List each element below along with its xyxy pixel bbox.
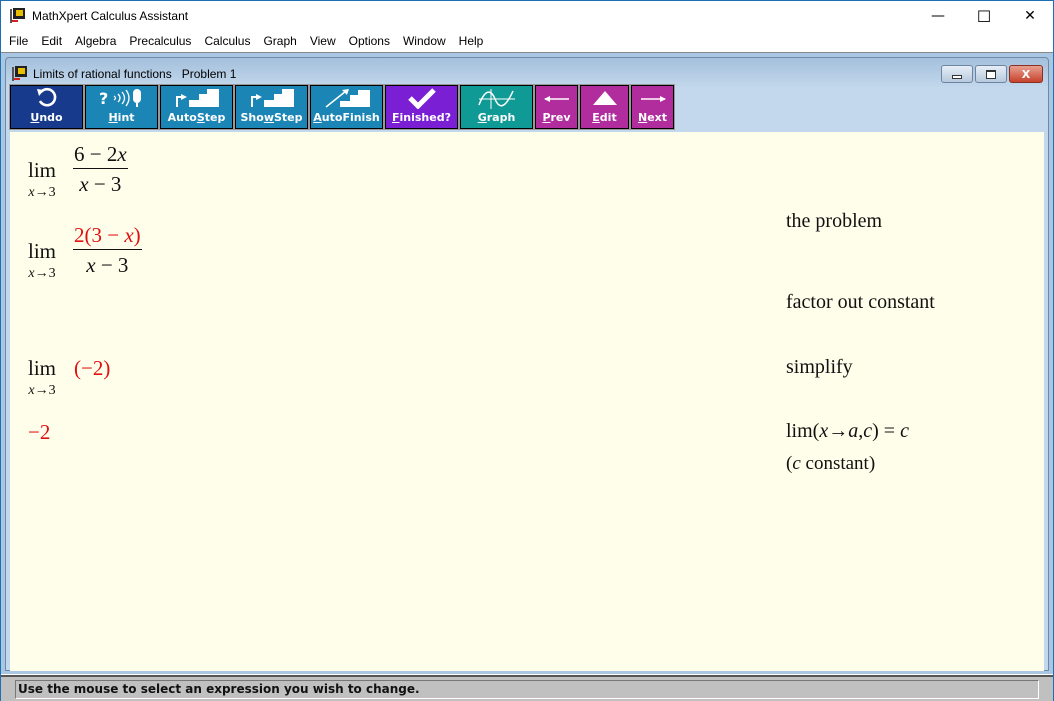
- maximize-icon: ☐: [976, 6, 992, 26]
- child-close-button[interactable]: X: [1009, 65, 1043, 83]
- minimize-button[interactable]: —: [915, 1, 961, 31]
- menu-options[interactable]: Options: [343, 34, 396, 48]
- child-restore-button[interactable]: [975, 65, 1007, 83]
- graph-icon: [475, 86, 519, 110]
- menu-graph[interactable]: Graph: [257, 34, 302, 48]
- restore-icon: [986, 69, 996, 79]
- problem-window-title: Limits of rational functions Problem 1: [33, 67, 237, 81]
- step-2-denominator[interactable]: x − 3: [86, 253, 128, 277]
- step-1-numerator[interactable]: 6 − 2x: [73, 142, 128, 166]
- autostep-button[interactable]: AutoStep: [159, 84, 234, 130]
- right-arrow-icon: [637, 86, 669, 110]
- menu-algebra[interactable]: Algebra: [69, 34, 122, 48]
- fraction-bar: [73, 168, 128, 169]
- close-icon: X: [1021, 67, 1031, 81]
- fraction-bar: [73, 249, 142, 250]
- checkmark-icon: [407, 86, 437, 110]
- app-window: MathXpert Calculus Assistant — ☐ ✕ File …: [0, 0, 1054, 701]
- step-3-expression[interactable]: (−2): [74, 356, 110, 381]
- status-message: Use the mouse to select an expression yo…: [15, 680, 1039, 699]
- mdi-client-area: Limits of rational functions Problem 1 X…: [1, 52, 1053, 674]
- close-button[interactable]: ✕: [1007, 1, 1053, 31]
- menu-help[interactable]: Help: [453, 34, 490, 48]
- svg-text:?: ?: [99, 89, 108, 108]
- mathxpert-app-icon[interactable]: [10, 8, 26, 24]
- step-1-denominator[interactable]: x − 3: [79, 172, 121, 196]
- hint-icon: ?: [97, 86, 147, 110]
- showstep-button[interactable]: ShowStep: [234, 84, 309, 130]
- window-title: MathXpert Calculus Assistant: [32, 9, 189, 23]
- step-4-expression[interactable]: −2: [28, 420, 50, 445]
- autofinish-button[interactable]: AutoFinish: [309, 84, 384, 130]
- step-2-numerator[interactable]: 2(3 − x): [73, 223, 142, 247]
- autostep-icon: [173, 86, 221, 110]
- menu-precalculus[interactable]: Precalculus: [123, 34, 197, 48]
- undo-button[interactable]: Undo: [9, 84, 84, 130]
- step-2-limit[interactable]: lim x→3: [28, 240, 56, 282]
- step-2-fraction[interactable]: 2(3 − x) x − 3: [73, 223, 142, 277]
- step-3-limit[interactable]: lim x→3: [28, 357, 56, 399]
- menu-window[interactable]: Window: [397, 34, 452, 48]
- up-triangle-icon: [589, 86, 621, 110]
- undo-icon: [35, 86, 59, 110]
- status-bar: Use the mouse to select an expression yo…: [1, 675, 1053, 701]
- edit-button[interactable]: Edit: [579, 84, 630, 130]
- hint-button[interactable]: ? Hint: [84, 84, 159, 130]
- finished-button[interactable]: Finished?: [384, 84, 459, 130]
- left-arrow-icon: [541, 86, 573, 110]
- next-button[interactable]: Next: [630, 84, 675, 130]
- step-3-justification: simplify: [786, 356, 853, 378]
- step-1-justification: the problem: [786, 210, 883, 232]
- graph-button[interactable]: Graph: [459, 84, 534, 130]
- maximize-button[interactable]: ☐: [961, 1, 1007, 31]
- minimize-icon: [952, 74, 962, 79]
- step-1-fraction[interactable]: 6 − 2x x − 3: [73, 142, 128, 196]
- title-bar[interactable]: MathXpert Calculus Assistant — ☐ ✕: [1, 1, 1053, 31]
- menu-edit[interactable]: Edit: [35, 34, 68, 48]
- menu-calculus[interactable]: Calculus: [198, 34, 256, 48]
- step-2-justification: factor out constant: [786, 291, 935, 313]
- minimize-icon: —: [931, 8, 945, 24]
- close-icon: ✕: [1024, 8, 1036, 24]
- menu-bar: File Edit Algebra Precalculus Calculus G…: [1, 31, 1053, 51]
- step-4-justification-rule: lim(x→a,c) = c: [786, 420, 909, 442]
- menu-file[interactable]: File: [1, 34, 34, 48]
- step-1-limit[interactable]: lim x→3: [28, 159, 56, 201]
- prev-button[interactable]: Prev: [534, 84, 579, 130]
- menu-view[interactable]: View: [304, 34, 342, 48]
- showstep-icon: [248, 86, 296, 110]
- step-4-justification-note: (c constant): [786, 453, 876, 474]
- math-workspace[interactable]: lim x→3 6 − 2x x − 3 the problem lim x→3…: [10, 132, 1044, 671]
- problem-window-title-bar[interactable]: Limits of rational functions Problem 1: [12, 64, 236, 84]
- toolbar: Undo ? Hint AutoStep ShowStep AutoFinish…: [9, 84, 675, 130]
- problem-window-icon[interactable]: [12, 66, 28, 82]
- autofinish-icon: [322, 86, 372, 110]
- child-minimize-button[interactable]: [941, 65, 973, 83]
- problem-window: Limits of rational functions Problem 1 X…: [5, 57, 1049, 671]
